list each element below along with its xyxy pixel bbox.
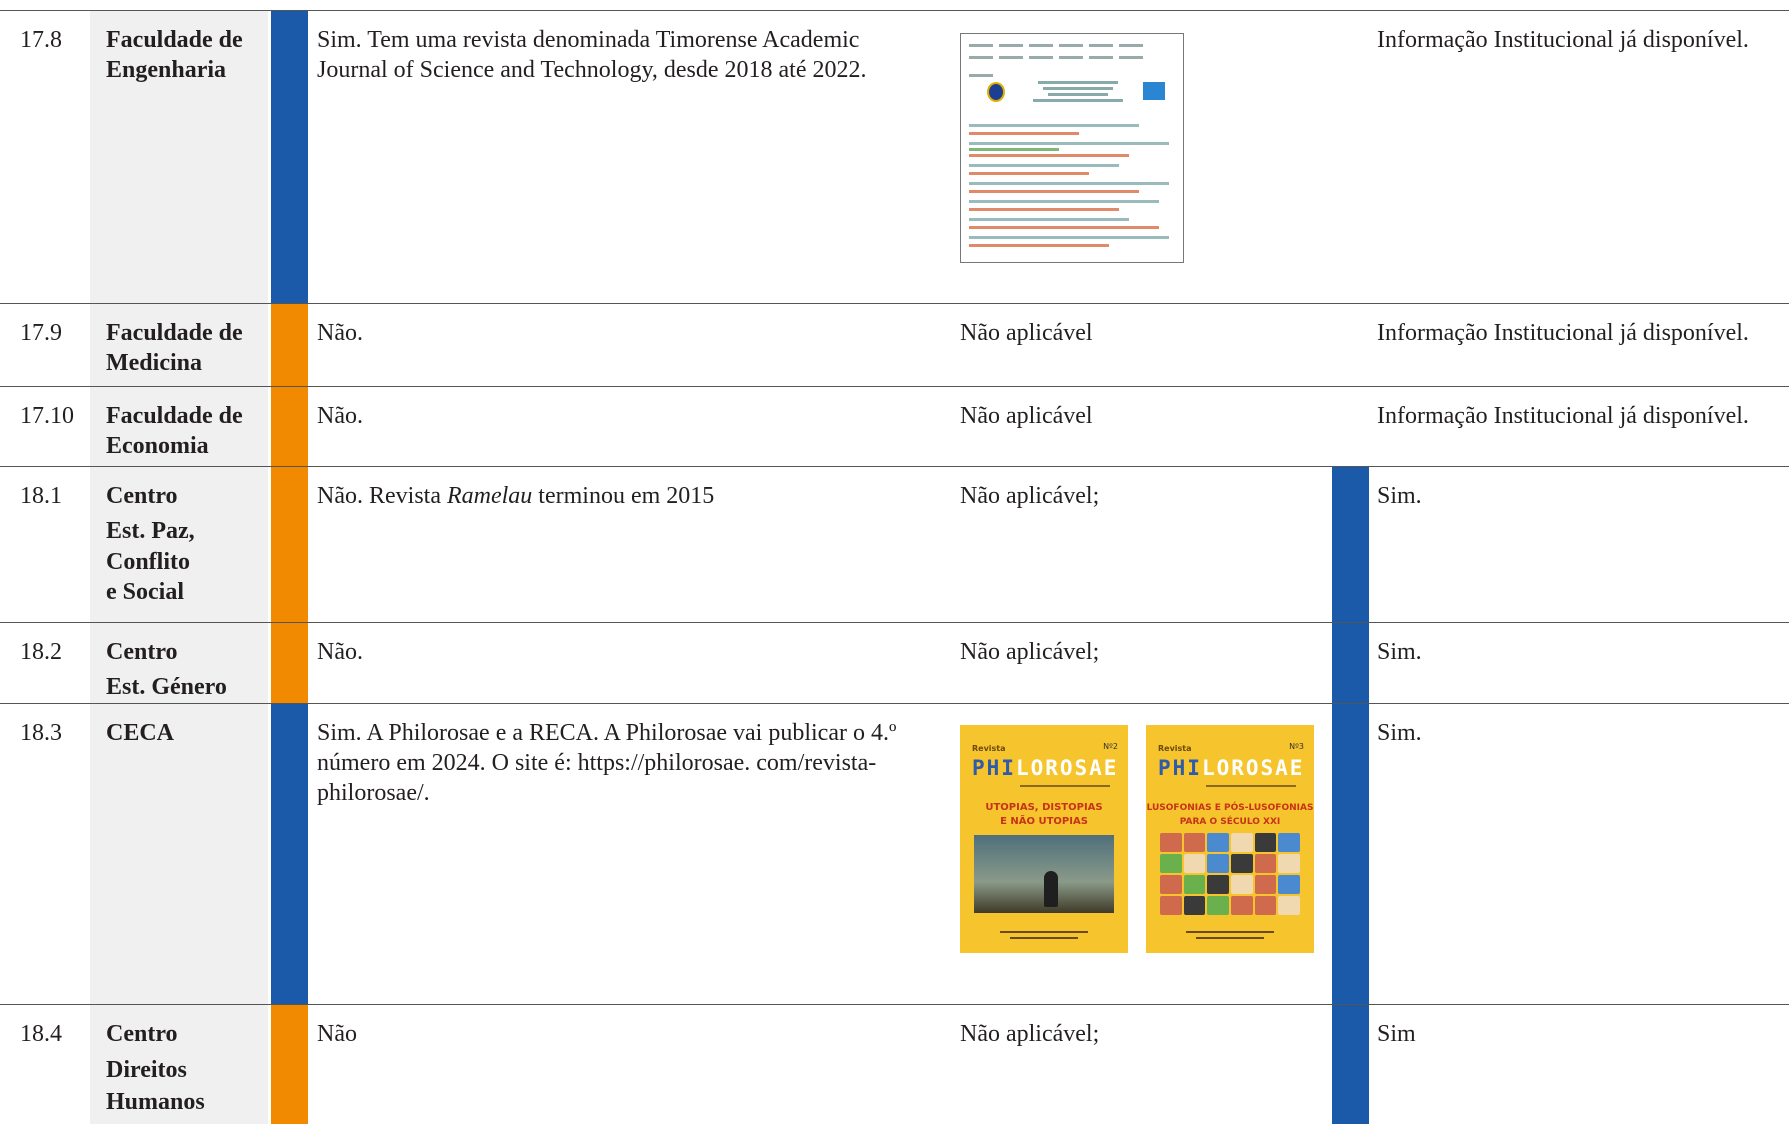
cover-portrait-grid <box>1160 833 1300 915</box>
status-bar <box>271 304 308 386</box>
description-cell: Não. <box>317 403 363 429</box>
row-number: 18.3 <box>20 720 62 746</box>
row-number: 17.9 <box>20 320 62 346</box>
institutional-info: Informação Institucional já disponível. <box>1377 27 1749 53</box>
cover-title: UTOPIAS, DISTOPIAS E NÃO UTOPIAS <box>985 802 1103 827</box>
status-bar <box>1332 623 1369 703</box>
status-bar <box>271 623 308 703</box>
unit-name: Centro Est. Género <box>106 639 227 700</box>
institutional-info: Sim <box>1377 1021 1416 1047</box>
description-cell: Sim. A Philorosae e a RECA. A Philorosae… <box>317 720 897 806</box>
cover-masthead: PHILOROSAE <box>1158 756 1305 780</box>
row-number: 17.10 <box>20 403 74 429</box>
table-row: 17.9 Faculdade de Medicina Não. Não apli… <box>0 304 1789 386</box>
applicability-cell: Não aplicável; <box>960 1021 1100 1047</box>
unit-name: Faculdade de Engenharia <box>106 27 243 83</box>
institutional-info: Informação Institucional já disponível. <box>1377 320 1749 346</box>
institutional-info: Sim. <box>1377 639 1422 665</box>
cover-masthead: PHILOROSAE <box>972 756 1119 780</box>
unit-name: Faculdade de Economia <box>106 403 243 459</box>
unit-name: CECA <box>106 720 175 746</box>
table-row: 18.2 Centro Est. Género Não. Não aplicáv… <box>0 623 1789 703</box>
unit-name: Centro Est. Paz, Conflito e Social <box>106 483 195 605</box>
status-bar <box>271 387 308 466</box>
magazine-cover-lusofonias: Revista Nº3 PHILOROSAE LUSOFONIAS E PÓS-… <box>1146 725 1314 953</box>
row-number: 18.1 <box>20 483 62 509</box>
status-bar <box>271 1005 308 1124</box>
description-cell: Não. <box>317 320 363 346</box>
description-cell: Sim. Tem uma revista denominada Timorens… <box>317 27 867 83</box>
cover-illustration <box>974 835 1114 913</box>
table-row: 18.4 Centro Direitos Humanos Não Não apl… <box>0 1005 1789 1124</box>
applicability-cell: Não aplicável <box>960 320 1093 346</box>
institutional-info: Sim. <box>1377 483 1422 509</box>
status-bar <box>271 467 308 622</box>
status-bar <box>271 704 308 1004</box>
applicability-cell: Não aplicável <box>960 403 1093 429</box>
status-bar <box>1332 1005 1369 1124</box>
unit-name: Faculdade de Medicina <box>106 320 243 376</box>
description-cell: Não. Revista Ramelau terminou em 2015 <box>317 483 715 509</box>
cover-title: LUSOFONIAS E PÓS-LUSOFONIAS PARA O SÉCUL… <box>1146 803 1314 827</box>
applicability-cell: Não aplicável; <box>960 639 1100 665</box>
status-bar <box>271 11 308 303</box>
institutional-info: Informação Institucional já disponível. <box>1377 403 1749 429</box>
table-row: 18.3 CECA Sim. A Philorosae e a RECA. A … <box>0 704 1789 1004</box>
table-row: 17.10 Faculdade de Economia Não. Não apl… <box>0 387 1789 466</box>
status-bar <box>1332 467 1369 622</box>
magazine-cover-utopias: Revista Nº2 PHILOROSAE UTOPIAS, DISTOPIA… <box>960 725 1128 953</box>
journal-website-screenshot <box>960 33 1184 263</box>
status-bar <box>1332 704 1369 1004</box>
journal-logo-icon <box>987 82 1005 102</box>
row-number: 18.4 <box>20 1021 62 1047</box>
table-row: 17.8 Faculdade de Engenharia Sim. Tem um… <box>0 11 1789 303</box>
row-number: 18.2 <box>20 639 62 665</box>
name-cell-bg <box>90 704 268 1004</box>
unit-name: Centro Direitos Humanos <box>106 1021 205 1115</box>
description-cell: Não. <box>317 639 363 665</box>
table-row: 18.1 Centro Est. Paz, Conflito e Social … <box>0 467 1789 622</box>
institutional-info: Sim. <box>1377 720 1422 746</box>
applicability-cell: Não aplicável; <box>960 483 1100 509</box>
row-number: 17.8 <box>20 27 62 53</box>
description-cell: Não <box>317 1021 357 1047</box>
